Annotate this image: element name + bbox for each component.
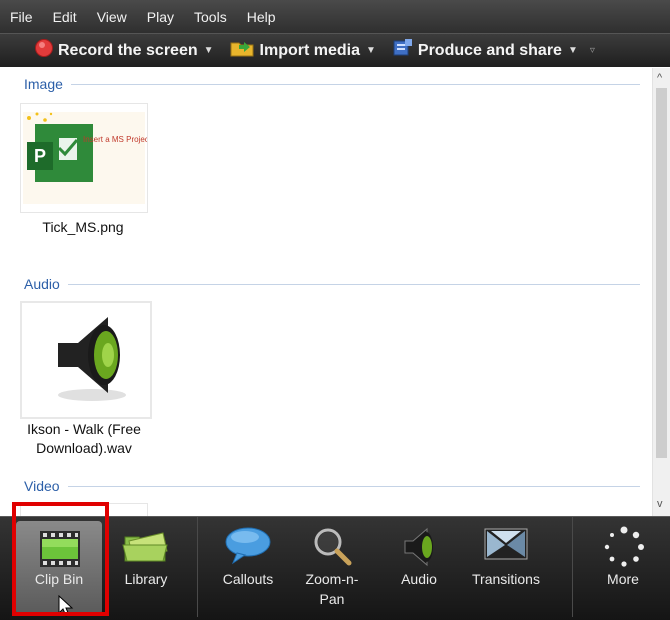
section-divider — [67, 485, 640, 487]
chevron-down-icon: ▼ — [203, 45, 214, 56]
produce-share-label: Produce and share — [417, 41, 562, 59]
tab-zoom-n-pan-label: Zoom-n- Pan — [291, 569, 373, 609]
vertical-scrollbar[interactable]: ^ v — [652, 68, 670, 516]
chevron-down-icon: ▼ — [365, 45, 376, 56]
scrollbar-thumb[interactable] — [656, 88, 667, 458]
tab-library[interactable]: Library — [105, 517, 187, 617]
main-toolbar: Record the screen ▼ Import media ▼ Produ… — [0, 33, 670, 67]
tab-separator — [572, 517, 573, 617]
image-item-name: Tick_MS.png — [42, 219, 124, 235]
record-screen-label: Record the screen — [58, 41, 198, 59]
image-section-header: Image — [24, 76, 640, 92]
toolbar-overflow-icon[interactable]: ▿ — [590, 45, 595, 56]
menu-help[interactable]: Help — [247, 9, 276, 25]
audio-item-name-line1: Ikson - Walk (Free — [27, 421, 141, 437]
thumb-caption-text: Insert a MS Project — [83, 135, 147, 144]
video-section-title: Video — [24, 478, 60, 494]
library-folder-icon — [122, 532, 168, 562]
chevron-down-icon: ▼ — [567, 45, 578, 56]
menu-bar: File Edit View Play Tools Help — [0, 0, 670, 33]
ms-project-image: P Insert a MS Project — [23, 112, 152, 204]
tab-transitions[interactable]: Transitions — [457, 517, 555, 617]
record-screen-button[interactable]: Record the screen ▼ — [34, 38, 214, 63]
tab-library-label: Library — [124, 571, 168, 587]
image-section-title: Image — [24, 76, 63, 92]
record-icon — [34, 38, 54, 63]
import-media-label: Import media — [259, 41, 360, 59]
menu-view[interactable]: View — [97, 9, 127, 25]
menu-edit[interactable]: Edit — [53, 9, 77, 25]
menu-tools[interactable]: Tools — [194, 9, 227, 25]
tab-more-label: More — [607, 571, 639, 587]
image-thumbnail[interactable]: P Insert a MS Project — [20, 103, 152, 213]
audio-section-header: Audio — [24, 276, 640, 292]
more-dots-icon — [604, 526, 644, 567]
import-media-button[interactable]: Import media ▼ — [230, 38, 376, 63]
menu-play[interactable]: Play — [147, 9, 174, 25]
speaker-icon — [58, 317, 126, 401]
tab-zoom-n-pan[interactable]: Zoom-n- Pan — [291, 517, 373, 617]
section-divider — [67, 283, 640, 285]
section-divider — [70, 83, 640, 85]
tab-callouts[interactable]: Callouts — [205, 517, 291, 617]
speaker-icon — [404, 527, 433, 567]
callout-bubble-icon — [225, 527, 271, 565]
audio-item-name: Ikson - Walk (Free Download).wav — [14, 420, 154, 458]
scroll-up-icon[interactable]: ^ — [657, 72, 662, 84]
audio-section-title: Audio — [24, 276, 60, 292]
produce-share-button[interactable]: Produce and share ▼ — [392, 38, 578, 63]
folder-import-icon — [230, 38, 256, 63]
clip-bin-panel: Image P Insert a MS Project Tick_MS.png … — [8, 68, 651, 516]
svg-text:P: P — [34, 146, 46, 166]
highlight-annotation — [12, 502, 109, 616]
tab-zoom-label-line1: Zoom-n- — [305, 571, 359, 587]
tab-audio[interactable]: Audio — [383, 517, 455, 617]
tab-audio-label: Audio — [401, 571, 437, 587]
tab-more[interactable]: More — [580, 517, 666, 617]
video-section-header: Video — [24, 478, 640, 494]
scroll-down-icon[interactable]: v — [657, 498, 663, 510]
produce-icon — [392, 38, 414, 63]
audio-item-name-line2: Download).wav — [36, 440, 132, 456]
magnifier-icon — [314, 528, 352, 566]
tab-separator — [197, 517, 198, 617]
transitions-icon — [484, 528, 528, 560]
tab-transitions-label: Transitions — [472, 571, 540, 587]
tab-callouts-label: Callouts — [222, 571, 274, 587]
audio-thumbnail[interactable] — [20, 301, 152, 419]
tab-zoom-label-line2: Pan — [319, 591, 345, 607]
menu-file[interactable]: File — [10, 9, 33, 25]
